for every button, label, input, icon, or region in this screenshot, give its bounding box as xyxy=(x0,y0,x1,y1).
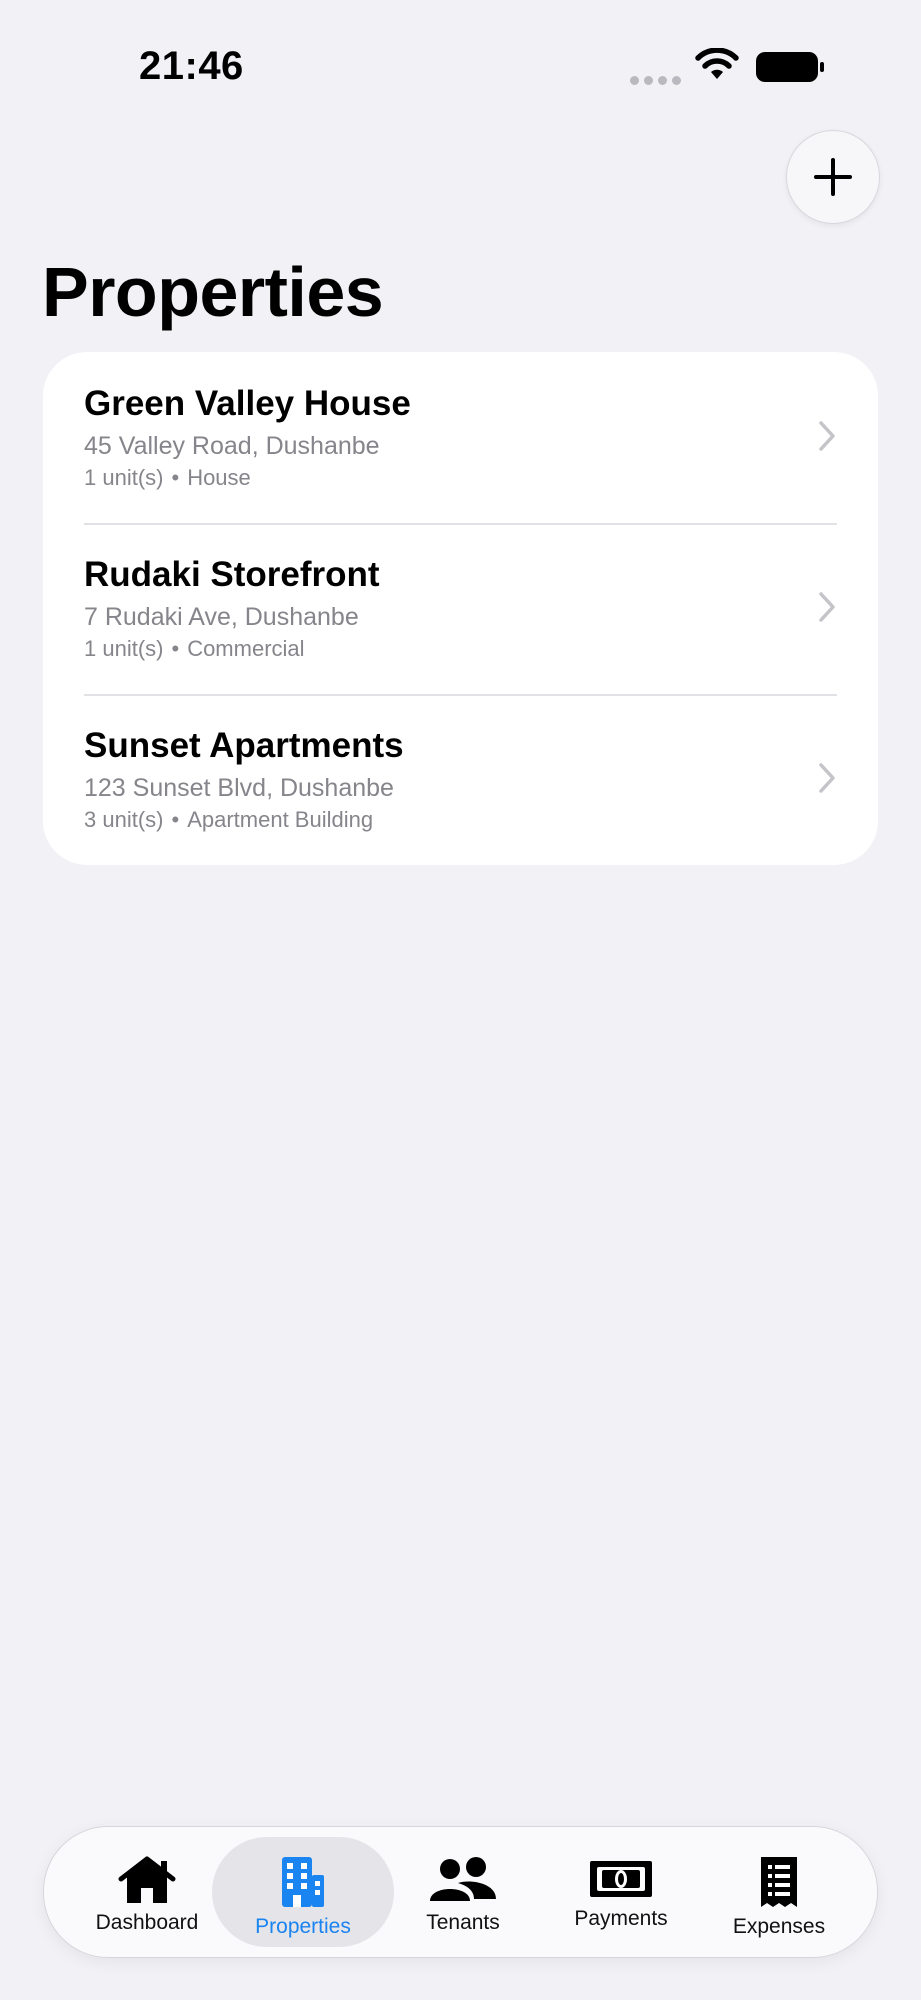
meta-separator: • xyxy=(171,465,180,490)
receipt-icon xyxy=(761,1857,797,1907)
banknote-icon xyxy=(590,1861,652,1897)
battery-icon xyxy=(756,52,824,82)
chevron-right-icon xyxy=(819,421,835,451)
property-meta: 1 unit(s) • Commercial xyxy=(84,636,305,662)
property-type: Apartment Building xyxy=(187,807,374,832)
plus-icon xyxy=(814,158,852,196)
tab-expenses[interactable]: Expenses xyxy=(700,1837,858,1947)
house-icon xyxy=(118,1856,176,1903)
status-time: 21:46 xyxy=(139,44,244,88)
tab-label: Tenants xyxy=(426,1911,500,1934)
tab-payments[interactable]: Payments xyxy=(542,1837,700,1947)
people-icon xyxy=(430,1857,496,1901)
property-name: Rudaki Storefront xyxy=(84,555,380,594)
property-row[interactable]: Sunset Apartments 123 Sunset Blvd, Dusha… xyxy=(43,694,878,865)
meta-separator: • xyxy=(171,636,180,661)
tab-label: Payments xyxy=(574,1907,668,1930)
tab-properties[interactable]: Properties xyxy=(212,1837,394,1947)
add-property-button[interactable] xyxy=(786,130,880,224)
tab-label: Expenses xyxy=(732,1915,826,1938)
page-title: Properties xyxy=(42,253,384,331)
property-units: 1 unit(s) xyxy=(84,465,164,490)
cellular-signal-icon xyxy=(630,76,681,85)
tab-bar: Dashboard Properties Tenants Payments Ex… xyxy=(43,1826,878,1958)
wifi-icon xyxy=(695,48,739,79)
property-address: 123 Sunset Blvd, Dushanbe xyxy=(84,774,394,802)
property-name: Green Valley House xyxy=(84,384,411,423)
chevron-right-icon xyxy=(819,592,835,622)
tab-label: Dashboard xyxy=(95,1911,199,1934)
property-address: 7 Rudaki Ave, Dushanbe xyxy=(84,603,359,631)
property-list: Green Valley House 45 Valley Road, Dusha… xyxy=(43,352,878,865)
property-type: Commercial xyxy=(187,636,305,661)
chevron-right-icon xyxy=(819,763,835,793)
tab-tenants[interactable]: Tenants xyxy=(384,1837,542,1947)
tab-label: Properties xyxy=(255,1915,351,1938)
tab-dashboard[interactable]: Dashboard xyxy=(68,1837,226,1947)
meta-separator: • xyxy=(171,807,180,832)
property-units: 3 unit(s) xyxy=(84,807,164,832)
property-row[interactable]: Green Valley House 45 Valley Road, Dusha… xyxy=(43,352,878,523)
property-name: Sunset Apartments xyxy=(84,726,404,765)
property-row[interactable]: Rudaki Storefront 7 Rudaki Ave, Dushanbe… xyxy=(43,523,878,694)
property-type: House xyxy=(187,465,251,490)
property-meta: 3 unit(s) • Apartment Building xyxy=(84,807,373,833)
property-units: 1 unit(s) xyxy=(84,636,164,661)
property-address: 45 Valley Road, Dushanbe xyxy=(84,432,380,460)
building-icon xyxy=(282,1857,324,1907)
property-meta: 1 unit(s) • House xyxy=(84,465,251,491)
